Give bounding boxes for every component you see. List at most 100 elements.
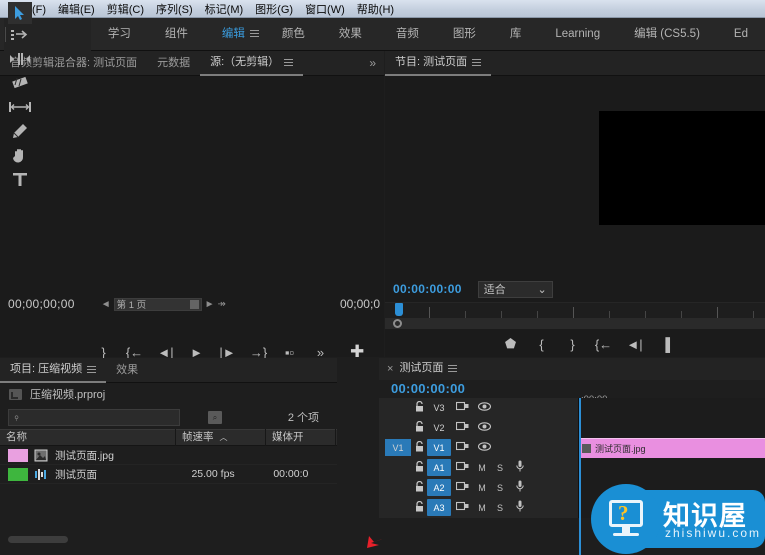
zoom-level-dropdown[interactable]: 适合 ⌄ [477,280,553,298]
solo-button-a3[interactable]: S [491,503,509,513]
hand-tool[interactable] [1,145,39,169]
track-output-eye-icon-v3[interactable] [473,401,495,414]
source-patch-v3[interactable] [385,399,411,416]
program-time-ruler[interactable] [385,302,765,318]
mic-icon-a1[interactable] [509,460,531,475]
track-output-eye-icon-v1[interactable] [473,441,495,454]
track-header-a1[interactable]: A1 M S [379,457,579,478]
workspace-tab-libraries[interactable]: 库 [493,18,539,51]
source-tabs-overflow-icon[interactable]: » [369,56,384,70]
solo-button-a2[interactable]: S [491,483,509,493]
tab-sequence[interactable]: 测试页面 [399,357,468,382]
menu-item-window[interactable]: 窗口(W) [299,0,351,18]
page-selector[interactable]: 第 1 页 [113,297,202,311]
workspace-tab-learning-en[interactable]: Learning [538,18,617,51]
source-button-editor-icon[interactable]: ✚ [350,342,364,362]
lock-icon-v2[interactable] [411,420,427,435]
track-content-v2[interactable] [579,417,765,438]
project-horizontal-scrollbar[interactable] [8,536,68,543]
workspace-tab-assembly[interactable]: 组件 [148,18,205,51]
source-monitor-video-area[interactable] [0,76,384,291]
track-name-a1[interactable]: A1 [427,459,451,476]
program-go-to-in-icon[interactable]: {← [588,331,619,357]
track-header-v1[interactable]: V1 V1 [379,437,579,458]
track-name-v2[interactable]: V2 [427,419,451,436]
selection-tool[interactable] [1,1,39,25]
column-header-media-start[interactable]: 媒体开 [266,429,336,446]
workspace-tab-overflow[interactable]: Ed [717,18,765,51]
mic-icon-a3[interactable] [509,500,531,515]
track-content-v1[interactable]: 测试页面.jpg [579,437,765,458]
workspace-tab-effects[interactable]: 效果 [322,18,379,51]
workspace-tab-audio[interactable]: 音频 [379,18,436,51]
parent-folder-icon[interactable] [9,388,22,400]
sync-lock-icon-v1[interactable] [451,441,473,454]
source-duration-timecode[interactable]: 00;00;0 [340,297,380,311]
menu-item-marker[interactable]: 标记(M) [199,0,250,18]
source-current-timecode[interactable]: 00;00;00;00 [8,297,75,311]
sync-lock-icon-v2[interactable] [451,421,473,434]
mute-button-a1[interactable]: M [473,463,491,473]
mute-button-a2[interactable]: M [473,483,491,493]
menu-item-graphics[interactable]: 图形(G) [249,0,299,18]
mic-icon-a2[interactable] [509,480,531,495]
source-panel-menu-icon[interactable] [284,58,294,66]
track-output-eye-icon-v2[interactable] [473,421,495,434]
source-patch-a2[interactable] [385,479,411,496]
column-header-name[interactable]: 名称 [0,429,176,446]
lock-icon-v3[interactable] [411,400,427,415]
close-icon[interactable]: × [379,363,399,375]
type-tool[interactable] [1,169,39,193]
track-header-v2[interactable]: V2 [379,417,579,438]
page-next-icon[interactable]: ► [205,299,215,310]
tab-program[interactable]: 节目: 测试页面 [385,51,492,76]
track-header-a2[interactable]: A2 M S [379,477,579,498]
program-mark-in-icon[interactable]: { [526,331,557,357]
rate-stretch-tool[interactable] [1,73,39,97]
source-patch-v1[interactable]: V1 [385,439,411,456]
workspace-tab-graphics[interactable]: 图形 [436,18,493,51]
tab-source[interactable]: 源:（无剪辑） [200,51,304,76]
pen-tool[interactable] [1,121,39,145]
program-scrub-bar[interactable] [385,318,765,329]
program-scrub-handle[interactable] [393,319,402,328]
timeline-current-timecode[interactable]: 00:00:00:00 [391,381,465,396]
lock-icon-v1[interactable] [411,440,427,455]
lock-icon-a2[interactable] [411,480,427,495]
slip-tool[interactable] [1,97,39,121]
track-name-a2[interactable]: A2 [427,479,451,496]
program-step-back-icon[interactable]: ◄| [619,331,650,357]
project-panel-menu-icon[interactable] [87,365,97,373]
table-row[interactable]: 测试页面.jpg [0,446,337,465]
workspace-tab-editing-cs55[interactable]: 编辑 (CS5.5) [617,18,717,51]
menu-item-sequence[interactable]: 序列(S) [150,0,199,18]
menu-item-help[interactable]: 帮助(H) [351,0,400,18]
track-name-v3[interactable]: V3 [427,399,451,416]
table-row[interactable]: 测试页面 25.00 fps 00:00:0 [0,465,337,484]
track-select-forward-tool[interactable] [1,25,39,49]
tab-effects[interactable]: 效果 [106,358,148,383]
sync-lock-icon-a2[interactable] [451,481,473,494]
source-monitor-scrub-area[interactable] [0,317,384,337]
program-add-marker-icon[interactable]: ⬟ [495,331,526,357]
solo-button-a1[interactable]: S [491,463,509,473]
ripple-edit-tool[interactable] [1,49,39,73]
sync-lock-icon-v3[interactable] [451,401,473,414]
workspace-menu-icon[interactable] [249,28,265,40]
menu-item-edit[interactable]: 编辑(E) [52,0,101,18]
track-content-a1[interactable] [579,457,765,478]
program-monitor-video-area[interactable] [385,76,765,276]
sync-lock-icon-a1[interactable] [451,461,473,474]
page-prev-icon[interactable]: ◄ [101,299,111,310]
column-header-frame-rate[interactable]: 帧速率 ︿ [176,429,266,446]
tab-project[interactable]: 项目: 压缩视频 [0,358,107,383]
program-playhead[interactable] [395,303,403,316]
track-name-v1[interactable]: V1 [427,439,451,456]
program-mark-out-icon[interactable]: } [557,331,588,357]
source-patch-v2[interactable] [385,419,411,436]
timeline-panel-menu-icon[interactable] [448,364,458,372]
search-input[interactable]: ⌕ [8,408,180,426]
track-content-v3[interactable] [579,397,765,418]
page-end-icon[interactable]: ↠ [218,299,226,310]
program-play-icon[interactable]: ▐ [650,331,681,357]
